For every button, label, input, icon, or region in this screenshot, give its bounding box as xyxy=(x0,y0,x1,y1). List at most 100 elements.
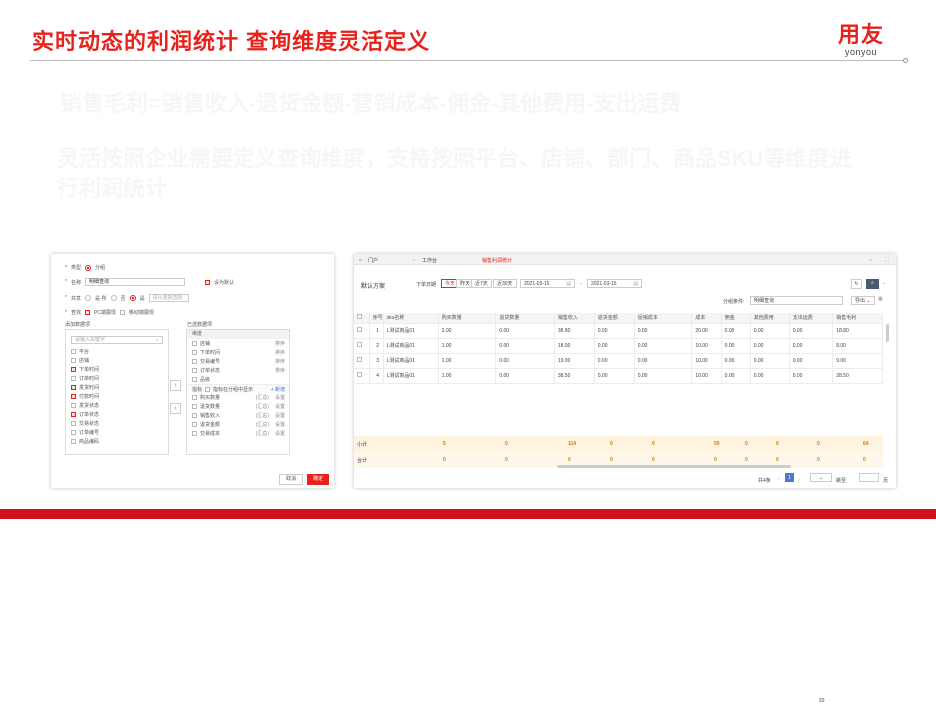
date-quick-button[interactable]: 近7天 xyxy=(471,279,492,288)
export-button[interactable]: 导出 ⌄ xyxy=(851,296,875,305)
selected-metric-item[interactable]: 退货数量 (汇总) 设置 xyxy=(187,402,289,411)
default-checkbox[interactable] xyxy=(204,279,210,285)
active-report-tab[interactable]: 销售利润统计 xyxy=(482,257,512,264)
column-header[interactable]: 退货数量 xyxy=(495,313,555,324)
available-item[interactable]: 发货状态 xyxy=(66,401,168,410)
page-size-select[interactable]: 20 ⌄ xyxy=(810,473,832,704)
column-header[interactable]: 支出运费 xyxy=(789,313,834,324)
selected-dim-item[interactable]: 下单时间 排序 xyxy=(187,348,289,357)
table-row[interactable]: 3 L测试商品01 1.00 0.00 19.00 0.00 0.00 10.00 0.00 0.… xyxy=(354,353,883,369)
vertical-scrollbar[interactable] xyxy=(886,324,889,342)
row-checkbox[interactable] xyxy=(357,327,362,332)
dim-checkbox[interactable] xyxy=(192,368,197,373)
date-from-input[interactable]: 2021-03-15 ▤ xyxy=(520,279,575,288)
item-checkbox[interactable] xyxy=(71,430,76,435)
dim-checkbox[interactable] xyxy=(192,377,197,382)
metric-setting-action[interactable]: 设置 xyxy=(275,412,285,419)
dim-sort-action[interactable]: 排序 xyxy=(275,349,285,356)
item-checkbox[interactable] xyxy=(71,412,76,417)
type-group-radio[interactable] xyxy=(84,264,91,271)
available-item[interactable]: 下单时间 xyxy=(66,365,168,374)
horizontal-scrollbar[interactable] xyxy=(557,465,791,468)
column-header[interactable]: 其他费用 xyxy=(750,313,790,324)
metric-setting-action[interactable]: 设置 xyxy=(275,421,285,428)
column-header[interactable]: 促销成本 xyxy=(634,313,693,324)
cancel-button[interactable]: 取消 xyxy=(279,474,303,485)
metric-checkbox[interactable] xyxy=(192,422,197,427)
item-checkbox[interactable] xyxy=(71,358,76,363)
metric-checkbox[interactable] xyxy=(192,431,197,436)
available-item[interactable]: 商品编码 xyxy=(66,437,168,446)
pc-checkbox[interactable] xyxy=(84,310,90,315)
available-item[interactable]: 交易状态 xyxy=(66,419,168,428)
date-to-input[interactable]: 2021-03-15 ▤ xyxy=(587,279,642,288)
mobile-checkbox[interactable] xyxy=(119,310,125,315)
selected-metric-item[interactable]: 交易成本 (汇总) 设置 xyxy=(187,429,289,438)
item-checkbox[interactable] xyxy=(71,349,76,354)
column-header[interactable]: 购买数量 xyxy=(438,313,497,324)
item-checkbox[interactable] xyxy=(71,439,76,444)
select-all-checkbox[interactable] xyxy=(357,314,362,320)
move-right-button[interactable]: › xyxy=(170,380,181,391)
prev-page-icon[interactable]: ‹ xyxy=(778,477,780,483)
dim-checkbox[interactable] xyxy=(192,341,197,346)
move-left-button[interactable]: ‹ xyxy=(170,403,181,414)
item-checkbox[interactable] xyxy=(71,367,76,372)
home-corner-icon[interactable]: ⌂ xyxy=(869,257,872,263)
item-checkbox[interactable] xyxy=(71,421,76,426)
dim-sort-action[interactable]: 排序 xyxy=(275,358,285,365)
column-settings-icon[interactable]: ▦ xyxy=(878,296,883,302)
column-header[interactable]: sku名称 xyxy=(383,313,439,324)
column-header[interactable]: 成本 xyxy=(691,313,722,324)
item-checkbox[interactable] xyxy=(71,394,76,399)
table-row[interactable]: 4 L测试商品01 1.00 0.00 38.50 0.00 0.00 10.00 0.00 0.… xyxy=(354,368,883,384)
item-checkbox[interactable] xyxy=(71,385,76,390)
refresh-icon[interactable]: ↻ xyxy=(851,279,862,289)
item-checkbox[interactable] xyxy=(71,376,76,381)
row-checkbox[interactable] xyxy=(357,357,362,362)
available-item[interactable]: 付款时间 xyxy=(66,392,168,401)
share-radio-2[interactable] xyxy=(110,295,117,301)
metric-checkbox[interactable] xyxy=(192,404,197,409)
selected-metric-item[interactable]: 退货金额 (汇总) 设置 xyxy=(187,420,289,429)
column-header[interactable] xyxy=(354,313,370,324)
selected-metric-item[interactable]: 销售收入 (汇总) 设置 xyxy=(187,411,289,420)
name-input[interactable]: 明细查询 xyxy=(84,278,185,286)
selected-dim-item[interactable]: 订单状态 排序 xyxy=(187,366,289,375)
column-header[interactable]: 退货金额 xyxy=(594,313,635,324)
column-header[interactable]: 销售毛利 xyxy=(832,313,883,324)
scheme-selector[interactable]: 默认方案 xyxy=(361,281,385,290)
confirm-button[interactable]: 确定 xyxy=(307,474,329,485)
dim-sort-action[interactable]: 排序 xyxy=(275,367,285,374)
available-item[interactable]: 订单时间 xyxy=(66,374,168,383)
available-item[interactable]: 订单状态 xyxy=(66,410,168,419)
home-icon[interactable]: ⌂ xyxy=(359,257,362,263)
next-page-icon[interactable]: › xyxy=(798,477,800,483)
table-row[interactable]: 1 L测试商品01 2.00 0.00 38.80 0.00 0.00 20.00 0.00 0.… xyxy=(354,323,883,339)
page-jump-input[interactable] xyxy=(859,473,879,482)
selected-dim-item[interactable]: 交易编号 排序 xyxy=(187,357,289,366)
column-header[interactable]: 销售收入 xyxy=(554,313,595,324)
available-item[interactable]: 订单编号 xyxy=(66,428,168,437)
page-current[interactable]: 1 xyxy=(785,473,794,482)
add-indicator-button[interactable]: + 新增 xyxy=(271,386,285,393)
chevron-down-icon[interactable]: ⌄ xyxy=(412,257,416,263)
fullscreen-icon[interactable]: ⛶ xyxy=(885,257,889,263)
dim-checkbox[interactable] xyxy=(192,350,197,355)
available-item[interactable]: 店铺 xyxy=(66,356,168,365)
metric-setting-action[interactable]: 设置 xyxy=(275,430,285,437)
column-header[interactable]: 序号 xyxy=(369,313,384,324)
expand-chevron-icon[interactable]: ⌄ xyxy=(882,280,886,286)
home-tab[interactable]: 门户 xyxy=(368,257,378,264)
item-checkbox[interactable] xyxy=(71,403,76,408)
row-checkbox[interactable] xyxy=(357,342,362,347)
metric-setting-action[interactable]: 设置 xyxy=(275,394,285,401)
available-item[interactable]: 平台 xyxy=(66,347,168,356)
group-condition-select[interactable]: 明细查询 xyxy=(750,296,843,305)
share-select[interactable]: 请从遗报选择 xyxy=(148,294,189,302)
metric-checkbox[interactable] xyxy=(192,395,197,400)
table-row[interactable]: 2 L测试商品01 1.00 0.00 18.00 0.00 0.00 10.00 0.00 0.… xyxy=(354,338,883,354)
dim-sort-action[interactable]: 排序 xyxy=(275,340,285,347)
share-radio-3[interactable] xyxy=(129,295,136,301)
selected-dim-item[interactable]: 店铺 排序 xyxy=(187,339,289,348)
